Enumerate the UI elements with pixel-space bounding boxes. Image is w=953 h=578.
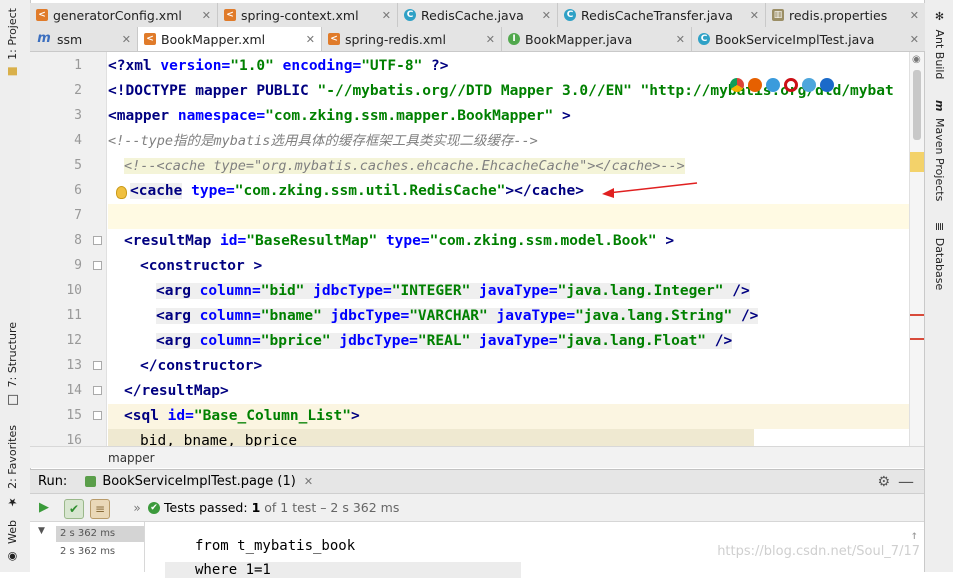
close-icon[interactable]: ✕ bbox=[750, 9, 759, 22]
close-icon[interactable]: ✕ bbox=[304, 475, 313, 488]
show-ignored-toggle[interactable]: ≡ bbox=[90, 499, 110, 519]
editor-scrollbar[interactable]: ◉ bbox=[909, 52, 924, 446]
close-icon[interactable]: ✕ bbox=[542, 9, 551, 22]
close-icon[interactable]: ✕ bbox=[382, 9, 391, 22]
tab-bookserviceimpltest-java[interactable]: C BookServiceImplTest.java ✕ bbox=[692, 27, 925, 51]
inspection-ok-icon: ◉ bbox=[912, 54, 921, 65]
play-icon: ▶ bbox=[39, 499, 49, 515]
interface-file-icon: I bbox=[508, 33, 520, 45]
tab-rediscache-java[interactable]: C RedisCache.java ✕ bbox=[398, 3, 558, 27]
close-icon[interactable]: ✕ bbox=[676, 33, 685, 46]
scroll-thumb[interactable] bbox=[913, 70, 921, 140]
code-editor[interactable]: 1 2 3 4 5 6 7 8 9 10 11 12 13 14 15 16 <… bbox=[30, 52, 924, 446]
left-tool-strip: 1: Project 7: Structure ★ 2: Favorites ◉… bbox=[0, 0, 31, 572]
chevron-double-right-icon: » bbox=[133, 501, 141, 515]
test-tree-row-selected[interactable]: 2 s 362 ms bbox=[56, 526, 144, 542]
run-toolbar: ▶ ✔ ≡ » ✔ Tests passed: 1 of 1 test – 2 … bbox=[30, 494, 924, 522]
close-icon[interactable]: ✕ bbox=[910, 9, 919, 22]
folder-icon bbox=[8, 67, 18, 76]
editor-tab-row-1: < generatorConfig.xml ✕ < spring-context… bbox=[30, 3, 925, 28]
structure-tool-tab[interactable]: 7: Structure bbox=[6, 322, 19, 405]
test-tree[interactable]: 2 s 362 ms 2 s 362 ms ▼ bbox=[30, 522, 145, 572]
console-output[interactable]: from t_mybatis_book where 1=1 https://bl… bbox=[145, 522, 924, 578]
rerun-button[interactable]: ▶ bbox=[36, 499, 52, 515]
ant-icon: ✻ bbox=[933, 10, 946, 23]
tab-generatorconfig-xml[interactable]: < generatorConfig.xml ✕ bbox=[30, 3, 218, 27]
console-line: where 1=1 bbox=[165, 562, 521, 578]
ant-build-tool-tab[interactable]: ✻ Ant Build bbox=[933, 10, 946, 79]
xml-file-icon: < bbox=[36, 9, 48, 21]
close-icon[interactable]: ✕ bbox=[202, 9, 211, 22]
run-label: Run: bbox=[38, 474, 68, 489]
tab-rediscachetransfer-java[interactable]: C RedisCacheTransfer.java ✕ bbox=[558, 3, 766, 27]
structure-icon bbox=[8, 394, 18, 405]
warning-marker bbox=[910, 152, 924, 172]
watermark: https://blog.csdn.net/Soul_7/17 bbox=[717, 544, 920, 559]
project-tool-tab[interactable]: 1: Project bbox=[6, 8, 19, 76]
favorites-tool-tab[interactable]: ★ 2: Favorites bbox=[6, 425, 19, 508]
right-tool-strip: ✻ Ant Build m Maven Projects ≣ Database bbox=[924, 0, 953, 572]
close-icon[interactable]: ✕ bbox=[306, 33, 315, 46]
database-tool-tab[interactable]: ≣ Database bbox=[933, 222, 946, 290]
run-panel-header: Run: BookServiceImplTest.page (1) ✕ ⚙ — bbox=[30, 469, 924, 494]
editor-tab-row-2: m ssm ✕ < BookMapper.xml ✕ < spring-redi… bbox=[30, 27, 925, 52]
breadcrumb[interactable]: mapper bbox=[30, 446, 924, 468]
maven-icon: m bbox=[933, 100, 946, 112]
settings-gear-icon[interactable]: ⚙ bbox=[877, 474, 890, 490]
web-tool-tab[interactable]: ◉ Web bbox=[6, 520, 19, 563]
class-file-icon: C bbox=[564, 9, 576, 21]
minimize-icon[interactable]: — bbox=[898, 472, 914, 491]
run-output: 2 s 362 ms 2 s 362 ms ▼ from t_mybatis_b… bbox=[30, 522, 924, 578]
maven-projects-tool-tab[interactable]: m Maven Projects bbox=[933, 100, 946, 201]
run-config-tab[interactable]: BookServiceImplTest.page (1) ✕ bbox=[85, 474, 313, 489]
scroll-up-icon[interactable]: ↑ bbox=[911, 528, 918, 542]
tab-bookmapper-java[interactable]: I BookMapper.java ✕ bbox=[502, 27, 692, 51]
xml-file-icon: < bbox=[224, 9, 236, 21]
test-config-icon bbox=[85, 476, 97, 487]
xml-file-icon: < bbox=[144, 33, 156, 45]
close-icon[interactable]: ✕ bbox=[486, 33, 495, 46]
show-passed-toggle[interactable]: ✔ bbox=[64, 499, 84, 519]
class-file-icon: C bbox=[698, 33, 710, 45]
annotation-arrow bbox=[602, 182, 698, 198]
tab-redis-properties[interactable]: ▥ redis.properties ✕ bbox=[766, 3, 925, 27]
error-marker bbox=[910, 338, 924, 340]
list-icon: ≡ bbox=[94, 502, 106, 516]
close-icon[interactable]: ✕ bbox=[910, 33, 919, 46]
xml-file-icon: < bbox=[328, 33, 340, 45]
error-marker bbox=[910, 314, 924, 316]
star-icon: ★ bbox=[6, 495, 19, 509]
test-tree-row[interactable]: 2 s 362 ms bbox=[60, 546, 115, 557]
console-line: from t_mybatis_book bbox=[195, 538, 356, 554]
tab-spring-context-xml[interactable]: < spring-context.xml ✕ bbox=[218, 3, 398, 27]
test-status: ✔ Tests passed: 1 of 1 test – 2 s 362 ms bbox=[148, 500, 399, 515]
tab-spring-redis-xml[interactable]: < spring-redis.xml ✕ bbox=[322, 27, 502, 51]
expand-toolbar-button[interactable]: » bbox=[130, 499, 144, 517]
properties-file-icon: ▥ bbox=[772, 9, 784, 21]
database-icon: ≣ bbox=[933, 222, 946, 232]
close-icon[interactable]: ✕ bbox=[122, 33, 131, 46]
globe-icon: ◉ bbox=[6, 550, 19, 564]
passed-icon: ✔ bbox=[148, 501, 160, 514]
maven-module-icon: m bbox=[37, 31, 51, 46]
class-file-icon: C bbox=[404, 9, 416, 21]
tab-bookmapper-xml[interactable]: < BookMapper.xml ✕ bbox=[138, 27, 322, 51]
chevron-down-icon[interactable]: ▼ bbox=[38, 526, 45, 536]
tab-ssm[interactable]: m ssm ✕ bbox=[30, 27, 138, 51]
check-icon: ✔ bbox=[68, 502, 80, 516]
